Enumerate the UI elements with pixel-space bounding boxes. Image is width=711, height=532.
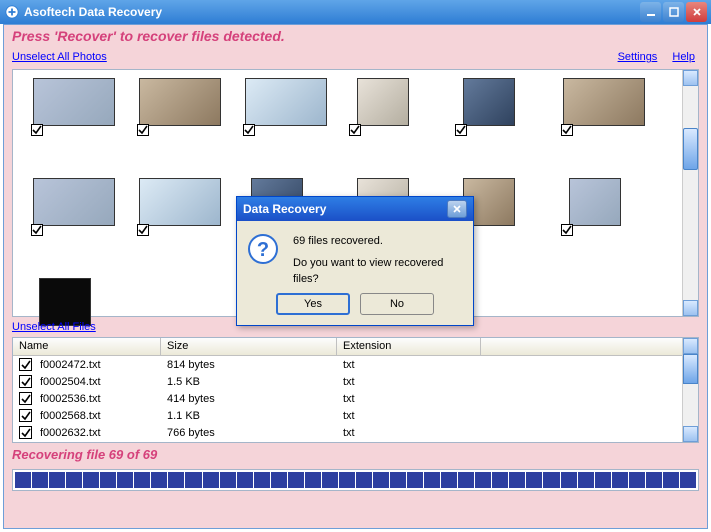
file-size: 1.1 KB <box>161 410 337 422</box>
links-row: Unselect All Photos Settings Help <box>12 51 695 67</box>
files-panel: Name Size Extension f0002472.txt 814 byt… <box>12 337 699 443</box>
confirmation-dialog: Data Recovery ? 69 files recovered. Do y… <box>236 196 474 326</box>
file-checkbox[interactable] <box>19 409 32 422</box>
file-row[interactable]: f0002536.txt 414 bytes txt <box>13 390 682 407</box>
dialog-line1: 69 files recovered. <box>293 233 463 249</box>
photo-item[interactable] <box>23 176 129 276</box>
scroll-down-button[interactable] <box>683 300 698 316</box>
no-button[interactable]: No <box>360 293 434 315</box>
app-icon <box>4 4 20 20</box>
file-name: f0002568.txt <box>34 410 161 422</box>
photo-checkbox[interactable] <box>137 224 149 236</box>
file-ext: txt <box>337 393 481 405</box>
dialog-close-button[interactable] <box>447 200 467 218</box>
files-body: f0002472.txt 814 bytes txt f0002504.txt … <box>13 356 682 442</box>
file-size: 766 bytes <box>161 427 337 439</box>
progress-bar <box>12 469 699 491</box>
scroll-up-button[interactable] <box>683 70 698 86</box>
photo-checkbox[interactable] <box>137 124 149 136</box>
unselect-all-files-row: Unselect All Files <box>12 321 96 333</box>
titlebar: Asoftech Data Recovery <box>0 0 711 24</box>
photo-checkbox[interactable] <box>243 124 255 136</box>
scrollbar-thumb[interactable] <box>683 354 698 384</box>
photo-checkbox[interactable] <box>349 124 361 136</box>
dialog-titlebar: Data Recovery <box>237 197 473 221</box>
photo-item[interactable] <box>235 76 341 176</box>
file-ext: txt <box>337 376 481 388</box>
dialog-text: 69 files recovered. Do you want to view … <box>293 233 463 287</box>
photo-item[interactable] <box>553 176 659 276</box>
yes-button[interactable]: Yes <box>276 293 350 315</box>
file-size: 414 bytes <box>161 393 337 405</box>
question-icon: ? <box>247 233 279 265</box>
scroll-up-button[interactable] <box>683 338 698 354</box>
maximize-button[interactable] <box>663 2 684 22</box>
file-size: 1.5 KB <box>161 376 337 388</box>
file-name: f0002632.txt <box>34 427 161 439</box>
photo-checkbox[interactable] <box>455 124 467 136</box>
photo-checkbox[interactable] <box>561 224 573 236</box>
photo-checkbox[interactable] <box>31 124 43 136</box>
photo-item[interactable] <box>341 76 447 176</box>
file-checkbox[interactable] <box>19 358 32 371</box>
photo-item[interactable] <box>129 176 235 276</box>
file-row[interactable]: f0002472.txt 814 bytes txt <box>13 356 682 373</box>
scroll-down-button[interactable] <box>683 426 698 442</box>
svg-text:?: ? <box>257 239 269 261</box>
unselect-all-files-link[interactable]: Unselect All Files <box>12 321 96 333</box>
instruction-text: Press 'Recover' to recover files detecte… <box>4 25 707 47</box>
dialog-line2: Do you want to view recovered files? <box>293 255 463 287</box>
file-row[interactable]: f0002568.txt 1.1 KB txt <box>13 407 682 424</box>
file-row[interactable]: f0002504.txt 1.5 KB txt <box>13 373 682 390</box>
photo-checkbox[interactable] <box>561 124 573 136</box>
file-checkbox[interactable] <box>19 392 32 405</box>
file-name: f0002536.txt <box>34 393 161 405</box>
photo-item[interactable] <box>447 76 553 176</box>
dialog-title: Data Recovery <box>243 202 447 216</box>
column-size[interactable]: Size <box>161 338 337 355</box>
file-checkbox[interactable] <box>19 426 32 439</box>
minimize-button[interactable] <box>640 2 661 22</box>
file-name: f0002504.txt <box>34 376 161 388</box>
settings-link[interactable]: Settings <box>618 51 658 63</box>
files-header: Name Size Extension <box>13 338 698 356</box>
photo-item[interactable] <box>553 76 659 176</box>
file-ext: txt <box>337 359 481 371</box>
file-checkbox[interactable] <box>19 375 32 388</box>
close-button[interactable] <box>686 2 707 22</box>
scrollbar-thumb[interactable] <box>683 128 698 170</box>
files-scrollbar[interactable] <box>682 338 698 442</box>
unselect-all-photos-link[interactable]: Unselect All Photos <box>12 51 107 63</box>
column-blank[interactable] <box>481 338 698 355</box>
dialog-buttons: Yes No <box>237 293 473 315</box>
file-ext: txt <box>337 410 481 422</box>
column-name[interactable]: Name <box>13 338 161 355</box>
photo-item[interactable] <box>129 76 235 176</box>
file-row[interactable]: f0002632.txt 766 bytes txt <box>13 424 682 441</box>
photo-item[interactable] <box>23 76 129 176</box>
status-text: Recovering file 69 of 69 <box>12 447 157 462</box>
window-title: Asoftech Data Recovery <box>24 5 638 19</box>
file-name: f0002472.txt <box>34 359 161 371</box>
file-size: 814 bytes <box>161 359 337 371</box>
help-link[interactable]: Help <box>672 51 695 63</box>
column-extension[interactable]: Extension <box>337 338 481 355</box>
photo-checkbox[interactable] <box>31 224 43 236</box>
thumbnails-scrollbar[interactable] <box>682 70 698 316</box>
file-ext: txt <box>337 427 481 439</box>
